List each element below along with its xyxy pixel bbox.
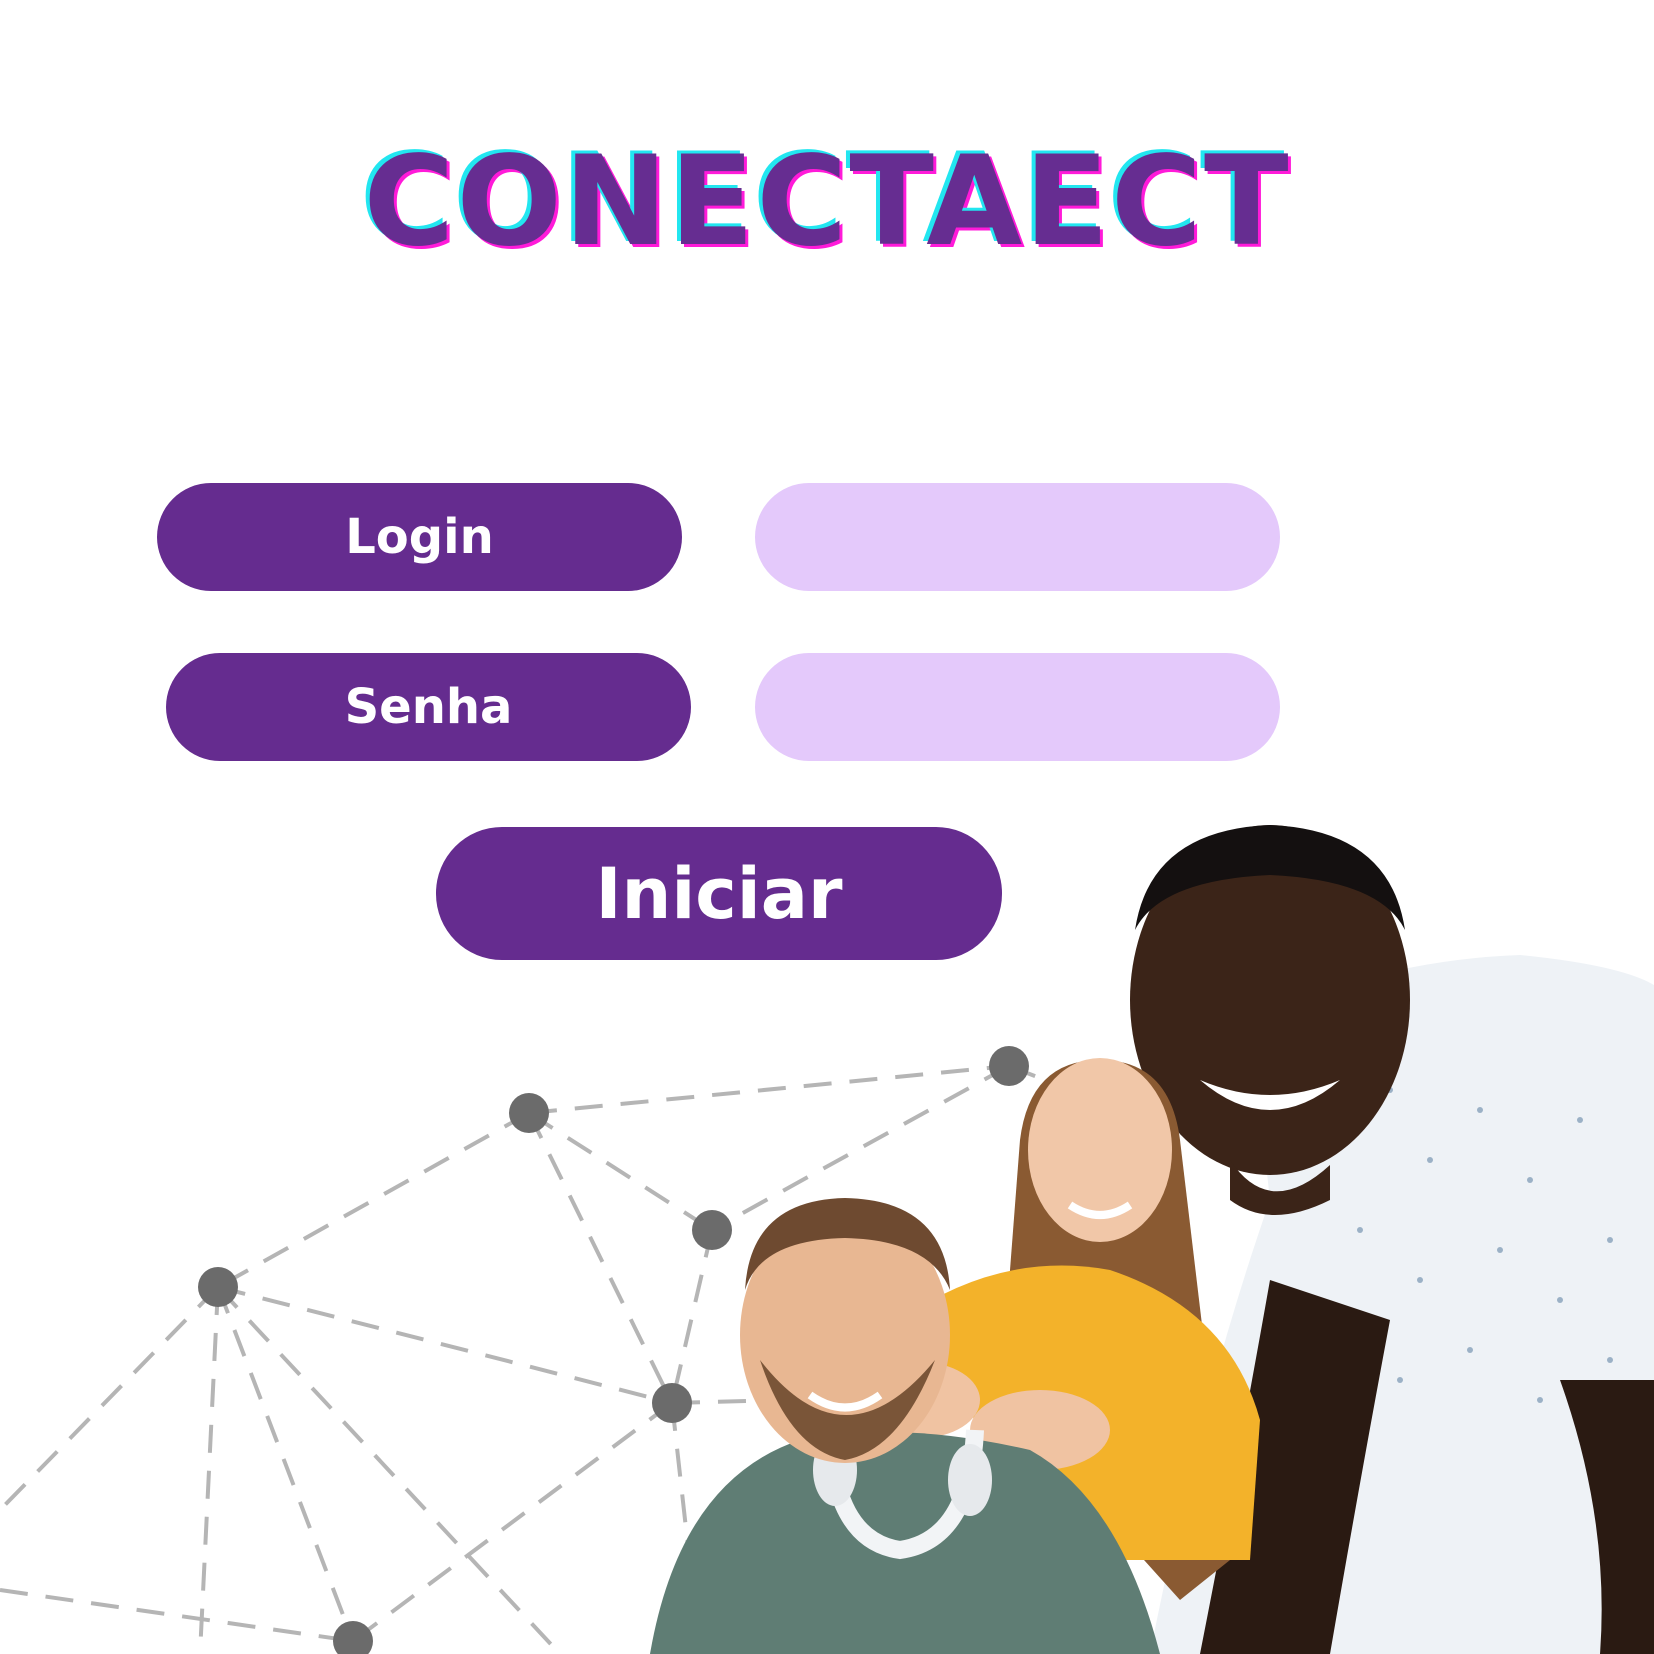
- senha-label: Senha: [166, 653, 691, 761]
- iniciar-button[interactable]: Iniciar: [436, 827, 1002, 960]
- senha-input[interactable]: [755, 653, 1280, 761]
- login-input[interactable]: [755, 483, 1280, 591]
- login-label: Login: [157, 483, 682, 591]
